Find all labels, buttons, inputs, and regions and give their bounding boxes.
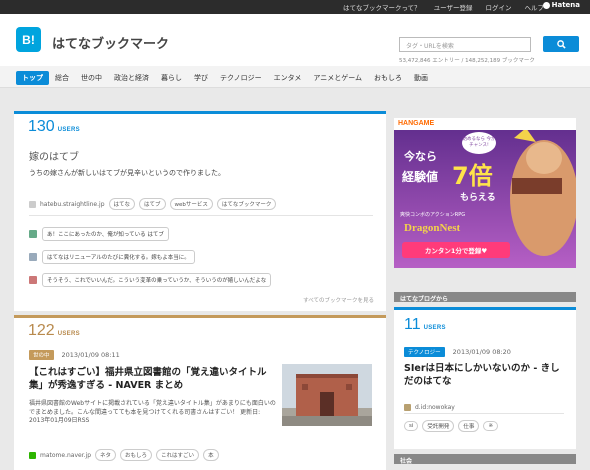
tab-3[interactable]: 政治と経済: [108, 71, 155, 85]
comment-item: そうそう、これでいいんだ。こういう変革の乗っていうか、そういうのが嬉しいんだよな: [29, 273, 272, 287]
login-link[interactable]: ログイン: [486, 2, 512, 12]
blog-favicon-icon: [404, 404, 411, 411]
ad-line2: 経験値: [402, 170, 439, 184]
ad-sub: 爽快コンボのアクションRPG: [400, 212, 466, 218]
tag[interactable]: ※: [483, 421, 499, 431]
entry-card-1: 130 USERS 嫁のはてブ うちの嫁さんが新しいはてブが見辛いというので作りま…: [14, 111, 386, 311]
ad-big-text: 7倍: [452, 162, 493, 190]
divider: [29, 215, 373, 216]
tab-7[interactable]: エンタメ: [268, 71, 308, 85]
tab-5[interactable]: 学び: [188, 71, 214, 85]
entry-meta: テクノロジー 2013/01/09 08:20: [404, 347, 511, 357]
entry-source-row: d.id:nowokay: [404, 404, 455, 411]
tag[interactable]: 受託開発: [422, 420, 455, 432]
tag-list: si 受託開発 仕事 ※: [404, 420, 499, 432]
search-icon: [556, 39, 566, 49]
global-header: はてなブックマークって？ ユーザー登録 ログイン ヘルプ Hatena: [0, 0, 590, 14]
category-badge[interactable]: 世の中: [29, 350, 54, 360]
user-count[interactable]: 130 USERS: [28, 118, 80, 136]
entry-meta: 世の中 2013/01/09 08:11: [29, 350, 120, 360]
ad-brand: HANGAME: [398, 120, 435, 127]
tab-9[interactable]: おもしろ: [368, 71, 408, 85]
comment-bubble: あ！ここにあったのか、俺が知っている はてブ: [42, 227, 169, 241]
sidebar-section-title: はてなブログから: [394, 292, 576, 303]
tab-0[interactable]: トップ: [16, 71, 49, 85]
library-building-image: [282, 364, 372, 426]
user-count[interactable]: 122 USERS: [28, 322, 80, 340]
hangame-ad-banner[interactable]: HANGAME 始めるなら 今がチャンス! 今なら 経験値 7倍 もらえる 爽快…: [394, 118, 576, 268]
tab-10[interactable]: 動画: [408, 71, 434, 85]
tab-1[interactable]: 総合: [49, 71, 75, 85]
avatar[interactable]: [29, 230, 37, 238]
ad-register-button[interactable]: カンタン1分で登録♥: [402, 245, 510, 255]
tag[interactable]: はてなブックマーク: [216, 198, 277, 210]
ad-line1: 今なら: [404, 150, 437, 163]
ad-line3: もらえる: [460, 193, 496, 203]
site-favicon-icon: [29, 200, 36, 208]
tag[interactable]: これはすごい: [156, 449, 200, 461]
tag[interactable]: おもしろ: [120, 449, 153, 461]
ad-game-logo: DragonNest: [404, 222, 461, 234]
tag[interactable]: はてブ: [139, 198, 166, 210]
entry-meta: hatebu.straightline.jp はてな はてブ webサービス は…: [29, 198, 277, 210]
all-comments-link[interactable]: すべてのブックマークを見る: [303, 296, 374, 304]
tag[interactable]: ネタ: [95, 449, 117, 461]
tab-4[interactable]: 暮らし: [155, 71, 188, 85]
hatena-dot-icon: [542, 1, 550, 9]
search-button[interactable]: [543, 36, 579, 52]
tag[interactable]: si: [404, 421, 419, 431]
comment-bubble: はてなはリニューアルのたびに糞化する。嫁もよ本当に。: [42, 250, 195, 264]
entry-title[interactable]: 嫁のはてブ: [29, 148, 79, 163]
entry-card-2: 122 USERS 世の中 2013/01/09 08:11 【これはすごい】福井…: [14, 315, 386, 470]
comment-item: あ！ここにあったのか、俺が知っている はてブ: [29, 227, 169, 241]
help-link[interactable]: ヘルプ: [525, 2, 545, 12]
site-stats: 53,472,846 エントリー / 148,252,189 ブックマーク: [399, 58, 535, 64]
card-top-border: [394, 307, 576, 310]
category-badge[interactable]: テクノロジー: [404, 347, 445, 357]
tag[interactable]: はてな: [108, 198, 136, 210]
divider: [404, 413, 564, 414]
entry-source[interactable]: hatebu.straightline.jp: [40, 201, 105, 208]
entry-description: 福井県図書館のWebサイトに掲載されている「覚え違いタイトル集」があまりにも面白…: [29, 400, 276, 424]
entry-date: 2013/01/09 08:20: [452, 348, 511, 356]
sidebar-section-title-2: 社会: [394, 454, 576, 465]
entry-source-row: matome.naver.jp ネタ おもしろ これはすごい 本: [29, 449, 219, 461]
hatena-logo[interactable]: Hatena: [542, 1, 580, 9]
entry-thumbnail[interactable]: [282, 364, 372, 426]
about-link[interactable]: はてなブックマークって？: [343, 2, 421, 12]
site-title[interactable]: はてなブックマーク: [52, 33, 169, 52]
site-header: B! はてなブックマーク タグ・URLを検索 53,472,846 エントリー …: [0, 14, 590, 66]
search-input[interactable]: タグ・URLを検索: [399, 37, 531, 52]
global-links: はてなブックマークって？ ユーザー登録 ログイン ヘルプ: [343, 2, 544, 12]
card-top-border: [14, 111, 386, 114]
tag[interactable]: 本: [203, 449, 219, 461]
bookmark-logo-icon[interactable]: B!: [16, 27, 41, 52]
tab-6[interactable]: テクノロジー: [214, 71, 268, 85]
register-link[interactable]: ユーザー登録: [434, 2, 473, 12]
category-tabs: トップ 総合 世の中 政治と経済 暮らし 学び テクノロジー エンタメ アニメとゲーム おもしろ動…: [16, 71, 434, 85]
avatar[interactable]: [29, 253, 37, 261]
entry-source[interactable]: d.id:nowokay: [415, 404, 455, 411]
entry-date: 2013/01/09 08:11: [61, 351, 120, 359]
comment-item: はてなはリニューアルのたびに糞化する。嫁もよ本当に。: [29, 250, 195, 264]
tag[interactable]: webサービス: [169, 198, 213, 210]
naver-favicon-icon: [29, 451, 36, 459]
category-nav: トップ 総合 世の中 政治と経済 暮らし 学び テクノロジー エンタメ アニメとゲーム おもしろ動…: [0, 66, 590, 88]
user-count[interactable]: 11 USERS: [404, 316, 446, 334]
entry-source[interactable]: matome.naver.jp: [40, 452, 91, 459]
entry-title[interactable]: SIerは日本にしかいないのか - きしだのはてな: [404, 362, 569, 388]
ad-bubble: 始めるなら 今がチャンス!: [462, 132, 496, 154]
sidebar-entry-card: 11 USERS テクノロジー 2013/01/09 08:20 SIerは日本に…: [394, 307, 576, 449]
tab-8[interactable]: アニメとゲーム: [307, 71, 368, 85]
tab-2[interactable]: 世の中: [75, 71, 108, 85]
entry-title[interactable]: 【これはすごい】福井県立図書館の「覚え違いタイトル集」が秀逸すぎる - NAVE…: [29, 366, 274, 392]
comment-bubble: そうそう、これでいいんだ。こういう変革の乗っていうか、そういうのが嬉しいんだよな: [42, 273, 272, 287]
avatar[interactable]: [29, 276, 37, 284]
entry-description: うちの嫁さんが新しいはてブが見辛いというので作りました。: [29, 169, 225, 177]
card-top-border: [14, 315, 386, 318]
tag[interactable]: 仕事: [458, 420, 480, 432]
